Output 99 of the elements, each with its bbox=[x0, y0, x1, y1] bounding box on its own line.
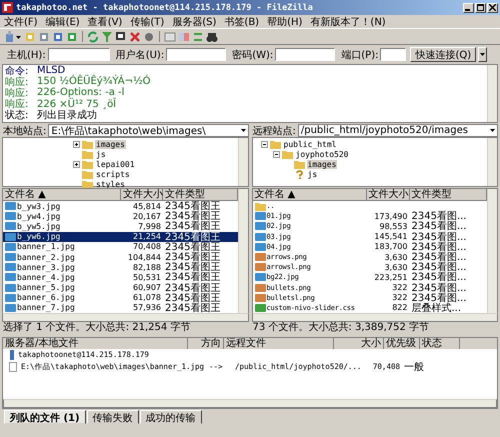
column-header[interactable]: 文件大小 bbox=[121, 189, 163, 200]
file-type: 层叠样式... bbox=[412, 302, 462, 315]
file-name[interactable]: banner_7.jpg bbox=[17, 303, 75, 312]
file-type: 2345看图... bbox=[412, 220, 466, 232]
column-header[interactable]: 文件大小 bbox=[366, 189, 410, 200]
file-name[interactable]: banner_1.jpg bbox=[17, 242, 75, 252]
file-size: 82,188 bbox=[133, 262, 161, 272]
file-name[interactable]: banner_2.jpg bbox=[17, 252, 75, 262]
tree-item[interactable]: lepai001 bbox=[95, 160, 136, 168]
log-message: 150 ½ÓÊÜÊý¾ÝÁ¬½Ó bbox=[37, 76, 151, 88]
file-name[interactable]: b_yw6.jpg bbox=[17, 232, 60, 242]
file-size: 223,251 bbox=[374, 272, 408, 282]
column-header[interactable]: 远程文件 bbox=[224, 338, 334, 349]
window-title: takaphotoo.net - takaphotoonet@114.215.178.179 - FileZilla bbox=[16, 2, 313, 12]
menu-item[interactable]: 帮助(H) bbox=[267, 14, 302, 28]
column-header[interactable]: 方向 bbox=[188, 338, 224, 349]
file-type: 2345看图... bbox=[412, 230, 466, 243]
tree-item[interactable]: joyphoto520 bbox=[294, 150, 350, 158]
tree-item[interactable]: styles bbox=[95, 180, 126, 188]
column-header[interactable]: 状态 bbox=[420, 338, 460, 349]
column-header[interactable]: 服务器/本地文件 bbox=[3, 338, 188, 349]
menu-item[interactable]: 书签(B) bbox=[224, 14, 260, 28]
port-label: 端口(P): bbox=[341, 48, 378, 62]
file-size: 322 bbox=[392, 283, 408, 292]
log-label: 响应: bbox=[5, 98, 30, 110]
priority-text: 一般 bbox=[403, 360, 425, 374]
file-name[interactable]: banner_5.jpg bbox=[17, 283, 75, 292]
log-label: 响应: bbox=[5, 76, 30, 88]
file-size: 104,844 bbox=[128, 252, 161, 262]
file-type: 2345看图王 bbox=[165, 302, 220, 315]
tree-item[interactable]: public_html bbox=[282, 140, 338, 148]
file-size: 98,553 bbox=[380, 222, 408, 231]
file-size: 7,998 bbox=[138, 222, 161, 231]
file-size: 70,408 bbox=[133, 242, 161, 252]
file-type: 2345看图王 bbox=[165, 230, 220, 243]
file-size: 145,541 bbox=[374, 232, 408, 242]
file-size: 45,814 bbox=[133, 202, 161, 211]
file-type: 2345看图王 bbox=[165, 272, 220, 284]
menu-item[interactable]: 文件(F) bbox=[4, 14, 38, 28]
file-size: 60,907 bbox=[133, 283, 161, 292]
file-type: 2345看图王 bbox=[165, 242, 220, 253]
file-name[interactable]: banner_6.jpg bbox=[17, 293, 75, 302]
file-type: 2345看图... bbox=[412, 292, 466, 304]
status-text: 选择了 1 个文件。大小总共: 21,254 字节 bbox=[2, 322, 192, 334]
tree-item[interactable]: js bbox=[95, 150, 107, 158]
menu-item[interactable]: 服务器(S) bbox=[172, 14, 216, 28]
menu-item[interactable]: 编辑(E) bbox=[46, 14, 80, 28]
tree-item[interactable]: js bbox=[306, 170, 318, 178]
quickconnect-button[interactable]: 快速连接(Q) bbox=[410, 47, 476, 62]
file-type: 2345看图王 bbox=[165, 220, 220, 232]
status-text: 73 个文件。大小总共: 3,389,752 字节 bbox=[252, 322, 430, 334]
queue-tab[interactable]: 列队的文件 (1) bbox=[4, 410, 86, 424]
file-type: 2345看图... bbox=[412, 282, 466, 294]
log-label: 命令: bbox=[5, 64, 30, 77]
host-label: 主机(H): bbox=[7, 48, 46, 62]
file-size: 61,078 bbox=[133, 293, 161, 302]
path-field[interactable]: E:\作品\takaphoto\web\images\ bbox=[48, 124, 248, 137]
column-header[interactable]: 文件名 ▲ bbox=[252, 189, 366, 200]
file-size: 3,630 bbox=[384, 252, 408, 262]
queue-tab[interactable]: 成功的传输 bbox=[140, 410, 202, 424]
file-size: 3,630 bbox=[384, 262, 408, 272]
log-label: 状态: bbox=[5, 110, 30, 122]
site-label: 远程站点: bbox=[252, 124, 297, 138]
log-message: 226-Options: -a -l bbox=[37, 87, 124, 98]
file-size: 322 bbox=[392, 293, 408, 302]
file-type: 2345看图... bbox=[412, 272, 466, 284]
file-name[interactable]: b_yw5.jpg bbox=[17, 222, 60, 231]
tree-item[interactable]: images bbox=[306, 160, 338, 168]
log-message: MLSD bbox=[37, 65, 66, 76]
menu-item[interactable]: 查看(V) bbox=[88, 14, 122, 28]
file-name[interactable]: banner_4.jpg bbox=[17, 272, 75, 282]
username-label: 用户名(U): bbox=[116, 48, 164, 62]
file-type: 2345看图王 bbox=[165, 282, 220, 294]
file-size: 21,254 bbox=[133, 232, 161, 242]
menu-item[interactable]: 有新版本了！(N) bbox=[310, 14, 386, 28]
file-size: 173,490 bbox=[374, 212, 408, 221]
file-name[interactable]: banner_3.jpg bbox=[17, 262, 75, 272]
password-label: 密码(W): bbox=[232, 48, 274, 62]
site-label: 本地站点: bbox=[2, 124, 48, 138]
file-name[interactable]: b_yw3.jpg bbox=[17, 202, 60, 211]
column-header[interactable]: 优先级 bbox=[384, 338, 420, 349]
log-message: 226 ×Ü¹² 75 ¸öÎ bbox=[37, 98, 116, 110]
tree-item[interactable]: scripts bbox=[95, 170, 131, 178]
menu-item[interactable]: 传输(T) bbox=[130, 14, 164, 28]
file-size: 183,700 bbox=[374, 242, 408, 252]
file-name[interactable]: b_yw4.jpg bbox=[17, 212, 60, 221]
file-size: 57,936 bbox=[133, 303, 161, 312]
path-field[interactable]: /public_html/joyphoto520/images bbox=[298, 124, 498, 137]
file-type: 2345看图... bbox=[412, 242, 466, 253]
log-label: 响应: bbox=[5, 86, 30, 99]
file-size: 822 bbox=[392, 303, 408, 312]
column-header[interactable]: 大小 bbox=[334, 338, 384, 349]
queue-tab[interactable]: 传输失败 bbox=[86, 410, 139, 424]
log-message: 列出目录成功 bbox=[37, 108, 97, 122]
file-size: 20,167 bbox=[133, 212, 161, 221]
file-size: 50,531 bbox=[133, 272, 161, 282]
column-header[interactable]: 文件名 ▲ bbox=[3, 189, 121, 200]
file-type: 2345看图王 bbox=[165, 292, 220, 304]
tree-item[interactable]: images bbox=[95, 140, 126, 148]
